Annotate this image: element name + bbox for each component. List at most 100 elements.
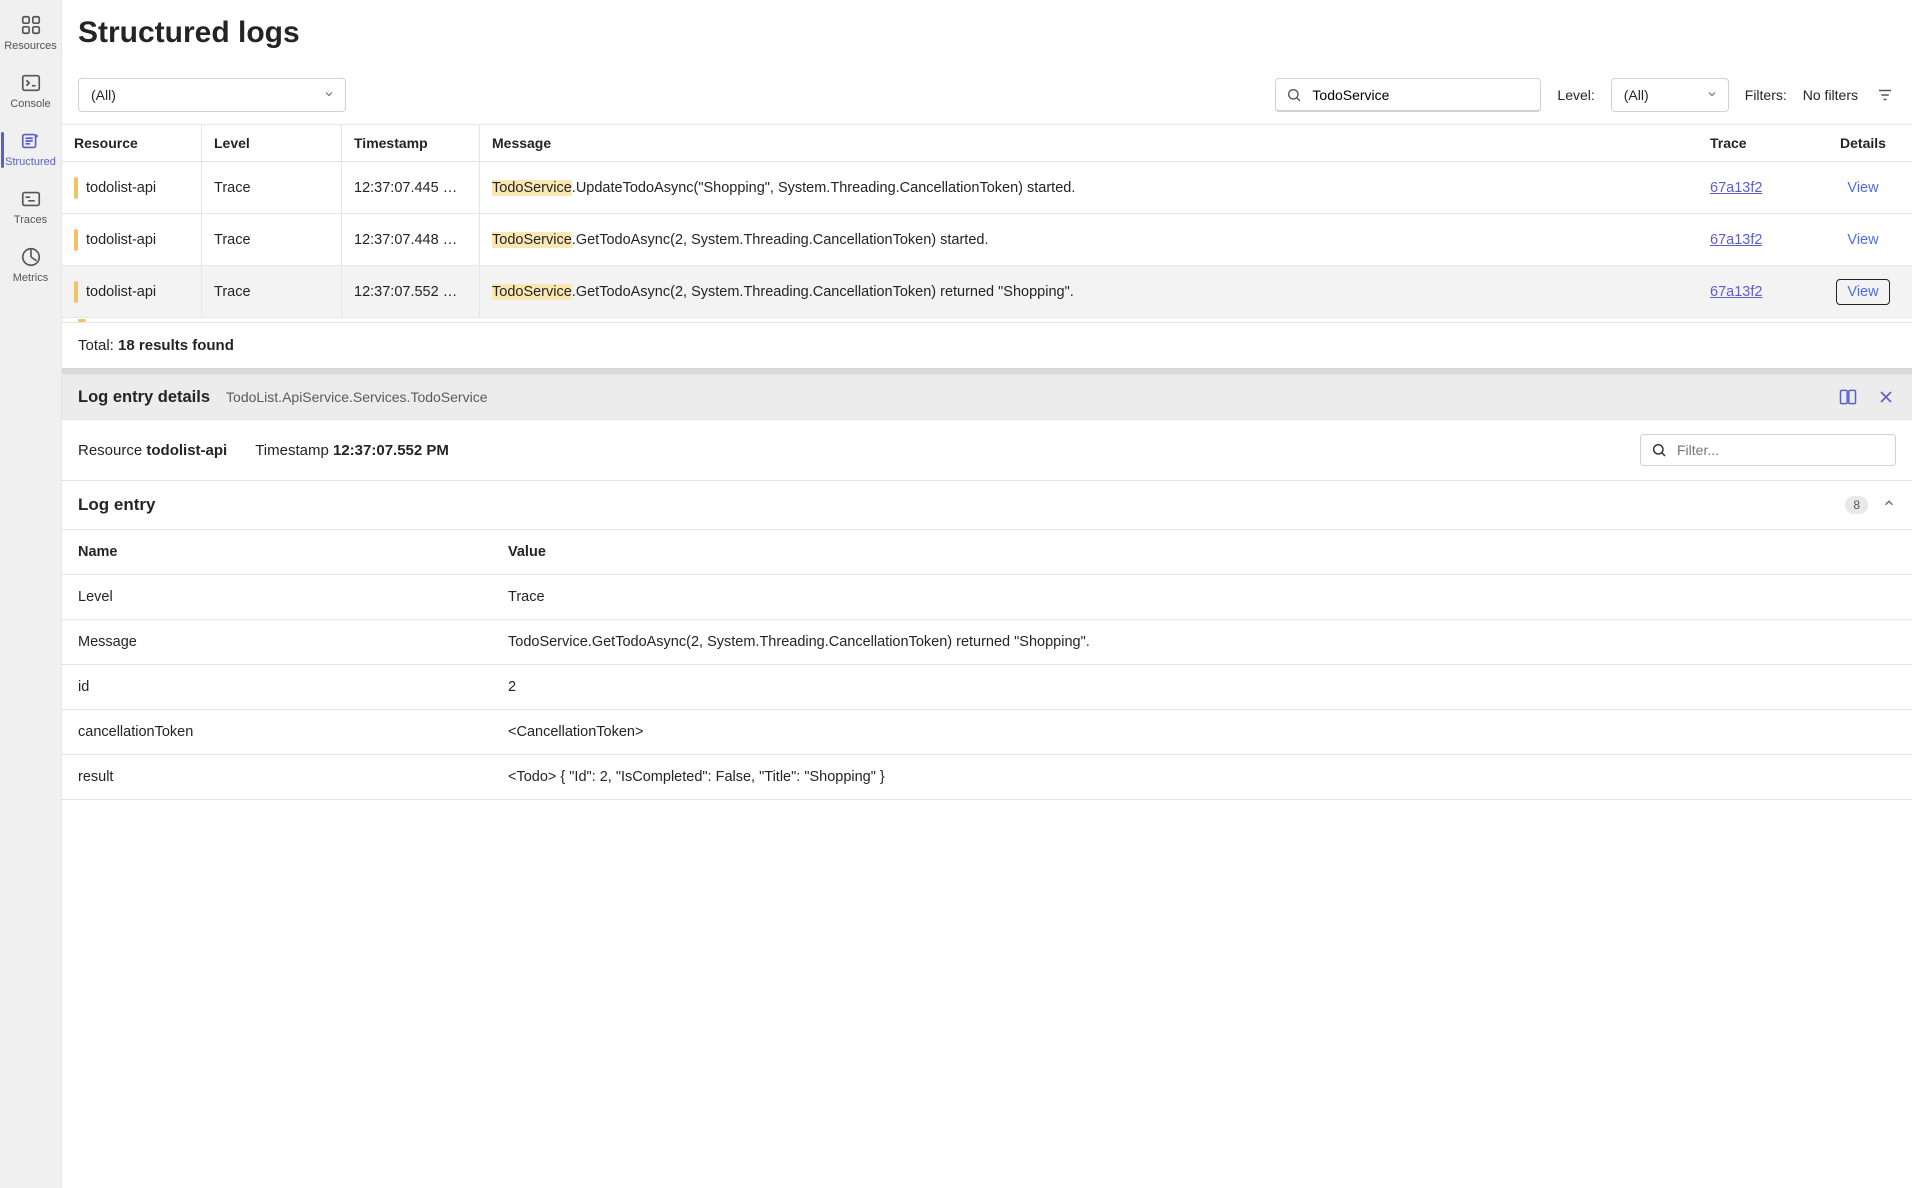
- close-icon: [1876, 387, 1896, 407]
- trace-link[interactable]: 67a13f2: [1710, 232, 1762, 248]
- details-filter-input[interactable]: [1675, 441, 1885, 459]
- kv-row: result<Todo> { "Id": 2, "IsCompleted": F…: [62, 755, 1912, 800]
- section-count-badge: 8: [1845, 496, 1868, 514]
- details-meta-row: Resource todolist-api Timestamp 12:37:07…: [62, 420, 1912, 481]
- traces-icon: [20, 188, 42, 210]
- cell-level: Trace: [202, 162, 342, 213]
- rail-label: Console: [10, 98, 50, 110]
- kv-row: cancellationToken<CancellationToken>: [62, 710, 1912, 755]
- view-details-button[interactable]: View: [1847, 180, 1878, 196]
- rail-structured[interactable]: Structured: [1, 122, 61, 178]
- rail-label: Structured: [5, 156, 56, 168]
- resource-select-value: (All): [91, 87, 116, 103]
- main-column: Structured logs (All) Level: (All) F: [62, 0, 1912, 1188]
- kv-name: id: [62, 665, 492, 709]
- level-select-value: (All): [1624, 87, 1649, 103]
- table-row[interactable]: todolist-apiTrace12:37:07.445 …TodoServi…: [62, 162, 1912, 214]
- search-icon: [1651, 442, 1667, 458]
- search-input-wrap[interactable]: [1275, 78, 1541, 112]
- view-details-button[interactable]: View: [1847, 232, 1878, 248]
- details-timestamp: Timestamp 12:37:07.552 PM: [255, 442, 449, 459]
- cell-timestamp: 12:37:07.445 …: [342, 162, 480, 213]
- details-panel-header: Log entry details TodoList.ApiService.Se…: [62, 374, 1912, 420]
- kv-value: TodoService.GetTodoAsync(2, System.Threa…: [492, 620, 1912, 664]
- level-select[interactable]: (All): [1611, 78, 1729, 112]
- rail-resources[interactable]: Resources: [1, 6, 61, 62]
- trace-link[interactable]: 67a13f2: [1710, 180, 1762, 196]
- kv-row: MessageTodoService.GetTodoAsync(2, Syste…: [62, 620, 1912, 665]
- chevron-down-icon: [1706, 87, 1718, 103]
- th-level[interactable]: Level: [202, 125, 342, 161]
- cell-resource: todolist-api: [86, 232, 156, 248]
- cell-resource: todolist-api: [86, 284, 156, 300]
- search-icon: [1286, 87, 1302, 103]
- kv-row: LevelTrace: [62, 575, 1912, 620]
- kv-header: Name Value: [62, 530, 1912, 575]
- results-total: Total: 18 results found: [62, 322, 1912, 368]
- th-timestamp[interactable]: Timestamp: [342, 125, 480, 161]
- split-view-button[interactable]: [1838, 387, 1858, 407]
- th-message[interactable]: Message: [480, 125, 1698, 161]
- kv-value: 2: [492, 665, 1912, 709]
- kv-name: cancellationToken: [62, 710, 492, 754]
- log-entry-section-header[interactable]: Log entry 8: [62, 481, 1912, 530]
- chevron-down-icon: [323, 87, 335, 103]
- details-resource: Resource todolist-api: [78, 442, 227, 459]
- cell-message: TodoService.GetTodoAsync(2, System.Threa…: [480, 214, 1698, 265]
- no-filters-label: No filters: [1803, 87, 1858, 103]
- details-title: Log entry details: [78, 388, 210, 407]
- rail-console[interactable]: Console: [1, 64, 61, 120]
- metrics-icon: [20, 246, 42, 268]
- status-bar-icon: [74, 229, 78, 251]
- cell-resource: todolist-api: [86, 180, 156, 196]
- logs-table: Resource Level Timestamp Message Trace D…: [62, 124, 1912, 368]
- cell-level: Trace: [202, 214, 342, 265]
- chevron-up-icon: [1882, 495, 1896, 515]
- level-label: Level:: [1557, 87, 1594, 103]
- grid-icon: [20, 14, 42, 36]
- kv-value: Trace: [492, 575, 1912, 619]
- table-row[interactable]: todolist-api Trace12:37:07.552 …TodoServi…: [62, 266, 1912, 318]
- view-details-button[interactable]: View: [1836, 279, 1889, 305]
- search-input[interactable]: [1310, 86, 1530, 104]
- kv-table: Name Value LevelTraceMessageTodoService.…: [62, 530, 1912, 800]
- kv-name: result: [62, 755, 492, 799]
- kv-th-value: Value: [492, 530, 1912, 574]
- left-nav-rail: Resources Console Structured Traces Metr…: [0, 0, 62, 1188]
- kv-value: <CancellationToken>: [492, 710, 1912, 754]
- cell-message: TodoService.GetTodoAsync(2, System.Threa…: [480, 266, 1698, 317]
- table-header: Resource Level Timestamp Message Trace D…: [62, 124, 1912, 162]
- rail-metrics[interactable]: Metrics: [1, 238, 61, 294]
- split-icon: [1838, 387, 1858, 407]
- section-title: Log entry: [78, 495, 155, 515]
- page-header: Structured logs: [62, 0, 1912, 78]
- th-resource[interactable]: Resource: [62, 125, 202, 161]
- cell-timestamp: 12:37:07.552 …: [342, 266, 480, 317]
- filter-bar: (All) Level: (All) Filters: No filters: [62, 78, 1912, 124]
- details-subtitle: TodoList.ApiService.Services.TodoService: [226, 389, 487, 405]
- th-trace[interactable]: Trace: [1698, 125, 1814, 161]
- cell-timestamp: 12:37:07.448 …: [342, 214, 480, 265]
- table-row[interactable]: todolist-api Trace12:37:07.448 …TodoServi…: [62, 214, 1912, 266]
- kv-row: id2: [62, 665, 1912, 710]
- status-bar-icon: [74, 281, 78, 303]
- rail-label: Metrics: [13, 272, 48, 284]
- resource-select[interactable]: (All): [78, 78, 346, 112]
- th-details[interactable]: Details: [1814, 125, 1912, 161]
- rail-traces[interactable]: Traces: [1, 180, 61, 236]
- table-body: todolist-apiTrace12:37:07.445 …TodoServi…: [62, 162, 1912, 318]
- cell-level: Trace: [202, 266, 342, 317]
- structured-icon: [20, 130, 42, 152]
- kv-name: Level: [62, 575, 492, 619]
- filters-label: Filters:: [1745, 87, 1787, 103]
- status-bar-icon: [74, 177, 78, 199]
- kv-name: Message: [62, 620, 492, 664]
- trace-link[interactable]: 67a13f2: [1710, 284, 1762, 300]
- filter-icon: [1876, 86, 1894, 104]
- details-filter-wrap[interactable]: [1640, 434, 1896, 466]
- rail-label: Resources: [4, 40, 57, 52]
- rail-label: Traces: [14, 214, 47, 226]
- page-title: Structured logs: [78, 16, 1896, 50]
- close-details-button[interactable]: [1876, 387, 1896, 407]
- filter-settings-button[interactable]: [1874, 84, 1896, 106]
